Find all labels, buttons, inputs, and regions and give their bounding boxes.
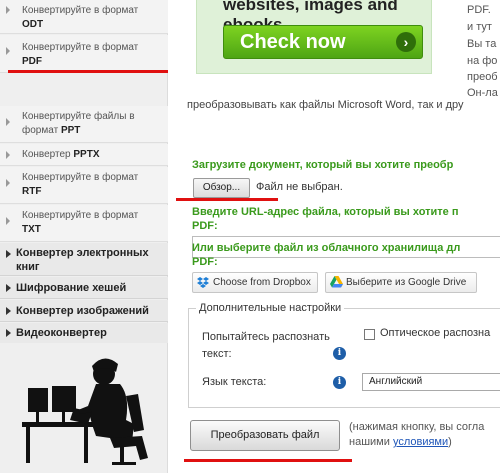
ocr-label: Попытайтесь распознать текст:: [202, 331, 330, 360]
ocr-checkbox[interactable]: [364, 329, 375, 340]
arrow-icon: [6, 118, 10, 126]
sidebar-item-rtf[interactable]: Конвертируйте в формат RTF: [0, 167, 168, 204]
info-icon[interactable]: i: [333, 376, 346, 389]
arrow-icon: [6, 284, 11, 292]
right-text-5: Он-ла: [467, 87, 498, 99]
dropbox-button[interactable]: Choose from Dropbox: [192, 272, 318, 293]
no-file-text: Файл не выбран.: [256, 181, 343, 193]
arrow-icon: [6, 307, 11, 315]
google-drive-button[interactable]: Выберите из Google Drive: [325, 272, 477, 293]
google-drive-icon: [330, 276, 343, 288]
right-text-3: на фо: [467, 55, 498, 67]
sidebar-item-pdf[interactable]: Конвертируйте в формат PDF: [0, 35, 168, 73]
dropbox-icon: [197, 277, 209, 288]
promo-banner: websites, images and ebooks. Check now ›: [196, 0, 432, 74]
right-text-1: и тут: [467, 21, 492, 33]
arrow-icon: [6, 250, 11, 258]
format-name: ODT: [22, 19, 44, 30]
arrow-right-icon: ›: [396, 32, 416, 52]
format-name: PPTX: [73, 149, 100, 160]
check-now-button[interactable]: Check now ›: [223, 25, 423, 59]
additional-settings-legend: Дополнительные настройки: [196, 302, 345, 314]
right-text-2: Вы та: [467, 38, 497, 50]
format-name: TXT: [22, 224, 41, 235]
language-label: Язык текста:: [202, 376, 267, 388]
info-icon[interactable]: i: [333, 347, 346, 360]
sidebar-item-hash[interactable]: Шифрование хешей: [0, 277, 168, 299]
cloud-label: Или выберите файл из облачного хранилища…: [192, 242, 461, 268]
arrow-icon: [6, 329, 11, 337]
url-label: Введите URL-адрес файла, который вы хоти…: [192, 206, 459, 232]
arrow-icon: [6, 217, 10, 225]
terms-link[interactable]: условиями: [393, 436, 448, 448]
arrow-icon: [6, 179, 10, 187]
format-name: PDF: [22, 56, 42, 67]
arrow-icon: [6, 151, 10, 159]
sidebar-item-txt[interactable]: Конвертируйте в формат TXT: [0, 205, 168, 242]
sidebar-item-image-converter[interactable]: Конвертер изображений: [0, 300, 168, 322]
highlight-underline-pdf: [8, 70, 168, 73]
arrow-icon: [6, 47, 10, 55]
sidebar-item-pptx[interactable]: Конвертер PPTX: [0, 144, 168, 166]
reader-illustration: [22, 358, 148, 465]
arrow-icon: [6, 6, 10, 14]
intro-line: преобразовывать как файлы Microsoft Word…: [187, 99, 464, 111]
ocr-checkbox-label: Оптическое распозна: [380, 327, 491, 339]
highlight-underline-browse: [176, 198, 278, 201]
upload-label: Загрузите документ, который вы хотите пр…: [192, 159, 454, 171]
browse-button[interactable]: Обзор...: [193, 178, 250, 198]
sidebar-item-ppt[interactable]: Конвертируйте файлы в формат PPT: [0, 106, 168, 143]
format-name: PPT: [60, 125, 81, 136]
language-select[interactable]: Английский: [362, 373, 500, 391]
terms-note: (нажимая кнопку, вы согла нашими условия…: [349, 421, 485, 448]
right-text-4: преоб: [467, 71, 498, 83]
sidebar-item-odt[interactable]: Конвертируйте в формат ODT: [0, 0, 168, 34]
convert-file-button[interactable]: Преобразовать файл: [190, 420, 340, 451]
highlight-underline-convert: [184, 459, 352, 462]
format-name: RTF: [22, 186, 42, 197]
right-text-0: PDF.: [467, 4, 491, 16]
sidebar-item-ebook-converter[interactable]: Конвертер электронных книг: [0, 243, 168, 276]
sidebar-item-video-converter[interactable]: Видеоконвертер: [0, 323, 168, 343]
